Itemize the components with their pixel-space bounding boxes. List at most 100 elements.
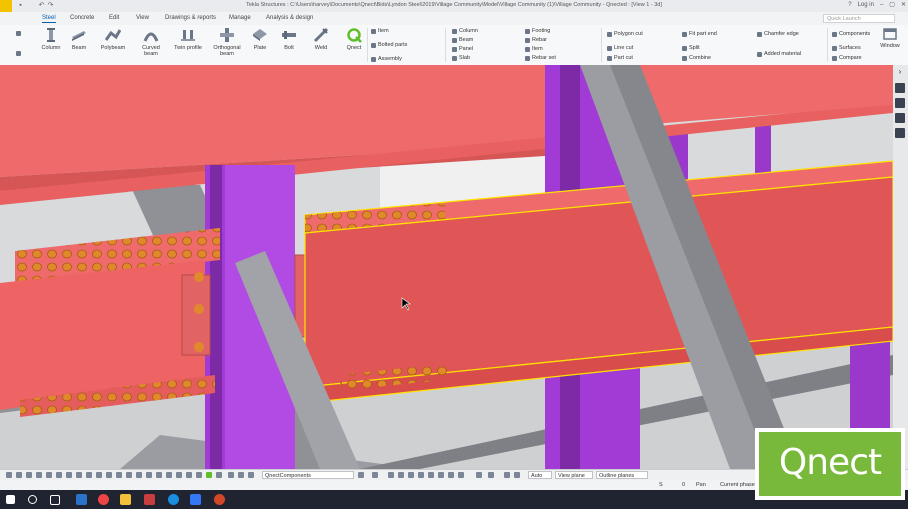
- select-rebar-icon[interactable]: [106, 472, 112, 478]
- help-button[interactable]: ?: [848, 2, 851, 8]
- windows-start-icon[interactable]: [6, 495, 15, 504]
- zoom-icon[interactable]: [190, 494, 201, 505]
- outline-planes-select[interactable]: Outline planes: [596, 471, 648, 479]
- snap-midpoint-icon[interactable]: [156, 472, 162, 478]
- ribbon-item-polygon-cut[interactable]: Polygon cut: [607, 31, 643, 37]
- snap-tool-icon[interactable]: [16, 51, 21, 56]
- snap-intersection-icon[interactable]: [166, 472, 172, 478]
- work-plane-select[interactable]: View plane: [555, 471, 593, 479]
- model-viewport-3d[interactable]: [0, 65, 893, 469]
- tab-concrete[interactable]: Concrete: [70, 15, 94, 21]
- layers-icon[interactable]: [895, 113, 905, 123]
- snap-line-icon[interactable]: [438, 472, 444, 478]
- tab-steel[interactable]: Steel: [42, 15, 56, 23]
- select-welds-icon[interactable]: [56, 472, 62, 478]
- ribbon-item-item[interactable]: Item: [371, 28, 389, 34]
- ribbon-item-surfaces[interactable]: Surfaces: [832, 45, 861, 51]
- plate-button[interactable]: Plate: [246, 27, 274, 51]
- model-canvas[interactable]: [0, 65, 893, 469]
- ribbon-item-bolted-parts[interactable]: Bolted parts: [371, 42, 407, 48]
- tab-analysis-design[interactable]: Analysis & design: [266, 15, 313, 21]
- ribbon-item-rebar-item[interactable]: Item: [525, 46, 543, 52]
- beam-button[interactable]: Beam: [65, 27, 93, 51]
- task-view-icon[interactable]: [50, 495, 60, 505]
- qnect-button[interactable]: Qnect: [340, 27, 368, 51]
- tekla-taskbar-icon[interactable]: [144, 494, 155, 505]
- select-lines-icon[interactable]: [46, 472, 52, 478]
- twin-profile-button[interactable]: Twin profile: [172, 27, 204, 51]
- pick-icon[interactable]: [372, 472, 378, 478]
- settings-icon[interactable]: [895, 98, 905, 108]
- arrow-icon[interactable]: [488, 472, 494, 478]
- ribbon-item-assembly[interactable]: Assembly: [371, 56, 402, 62]
- grid-snap-icon[interactable]: [228, 472, 234, 478]
- close-icon[interactable]: ✕: [901, 1, 906, 8]
- select-all-icon[interactable]: [6, 472, 12, 478]
- ribbon-item-concrete-column[interactable]: Column: [452, 28, 478, 34]
- snap-mid-icon[interactable]: [408, 472, 414, 478]
- ribbon-item-footing[interactable]: Footing: [525, 28, 550, 34]
- bolt-button[interactable]: Bolt: [275, 27, 303, 51]
- powerpoint-icon[interactable]: [214, 494, 225, 505]
- sum-icon[interactable]: [476, 472, 482, 478]
- component-filter-select[interactable]: QnectComponents: [262, 471, 354, 479]
- ribbon-item-panel[interactable]: Panel: [452, 46, 473, 52]
- select-components-icon[interactable]: [116, 472, 122, 478]
- applications-icon[interactable]: [895, 128, 905, 138]
- select-grids-icon[interactable]: [86, 472, 92, 478]
- select-tool-icon[interactable]: [16, 31, 21, 36]
- close-snap-icon[interactable]: [514, 472, 520, 478]
- search-icon[interactable]: [248, 472, 254, 478]
- select-parts-icon[interactable]: [16, 472, 22, 478]
- component-settings-icon[interactable]: [358, 472, 364, 478]
- snap-center-icon[interactable]: [186, 472, 192, 478]
- curved-beam-button[interactable]: Curved beam: [135, 27, 167, 57]
- snap-intersect-icon[interactable]: [418, 472, 424, 478]
- column-button[interactable]: Column: [37, 27, 65, 51]
- ribbon-item-compare[interactable]: Compare: [832, 55, 862, 61]
- select-points-icon[interactable]: [36, 472, 42, 478]
- skype-icon[interactable]: [76, 494, 87, 505]
- snap-perp-icon[interactable]: [428, 472, 434, 478]
- ribbon-item-slab[interactable]: Slab: [452, 55, 470, 61]
- status-phase[interactable]: Current phase: [720, 482, 755, 488]
- ribbon-item-fit-part-end[interactable]: Fit part end: [682, 31, 717, 37]
- ribbon-item-added-material[interactable]: Added material: [757, 51, 801, 57]
- tab-drawings-reports[interactable]: Drawings & reports: [165, 15, 216, 21]
- ribbon-item-combine[interactable]: Combine: [682, 55, 711, 61]
- weld-button[interactable]: Weld: [307, 27, 335, 51]
- tab-edit[interactable]: Edit: [109, 15, 119, 21]
- tab-view[interactable]: View: [136, 15, 149, 21]
- ribbon-item-components[interactable]: Components: [832, 31, 870, 37]
- snap-arc-icon[interactable]: [448, 472, 454, 478]
- orthogonal-beam-button[interactable]: Orthogonal beam: [211, 27, 243, 57]
- maximize-icon[interactable]: ▢: [889, 1, 895, 8]
- chrome-icon[interactable]: [98, 494, 109, 505]
- snap-free-icon[interactable]: [458, 472, 464, 478]
- chevron-right-icon[interactable]: ›: [895, 67, 905, 77]
- ribbon-item-part-cut[interactable]: Part cut: [607, 55, 633, 61]
- search-icon[interactable]: [28, 495, 37, 504]
- ribbon-item-concrete-beam[interactable]: Beam: [452, 37, 473, 43]
- ribbon-item-rebar[interactable]: Rebar: [525, 37, 547, 43]
- file-explorer-icon[interactable]: [120, 494, 131, 505]
- snap-reference-icon[interactable]: [206, 472, 212, 478]
- select-objects-icon[interactable]: [136, 472, 142, 478]
- snap-point-icon[interactable]: [388, 472, 394, 478]
- tab-manage[interactable]: Manage: [229, 15, 251, 21]
- minimize-icon[interactable]: –: [880, 2, 883, 8]
- quick-launch-input[interactable]: Quick Launch: [823, 14, 895, 23]
- select-assemblies-icon[interactable]: [126, 472, 132, 478]
- select-surface-icon[interactable]: [26, 472, 32, 478]
- select-views-icon[interactable]: [76, 472, 82, 478]
- snap-override-icon[interactable]: [504, 472, 510, 478]
- snap-ends-icon[interactable]: [146, 472, 152, 478]
- select-bolts-icon[interactable]: [96, 472, 102, 478]
- ribbon-item-line-cut[interactable]: Line cut: [607, 45, 633, 51]
- snap-end-icon[interactable]: [398, 472, 404, 478]
- snap-nearest-icon[interactable]: [196, 472, 202, 478]
- filter-icon[interactable]: [238, 472, 244, 478]
- snap-geometry-icon[interactable]: [216, 472, 222, 478]
- window-button[interactable]: Window: [877, 27, 903, 49]
- polybeam-button[interactable]: Polybeam: [99, 27, 127, 51]
